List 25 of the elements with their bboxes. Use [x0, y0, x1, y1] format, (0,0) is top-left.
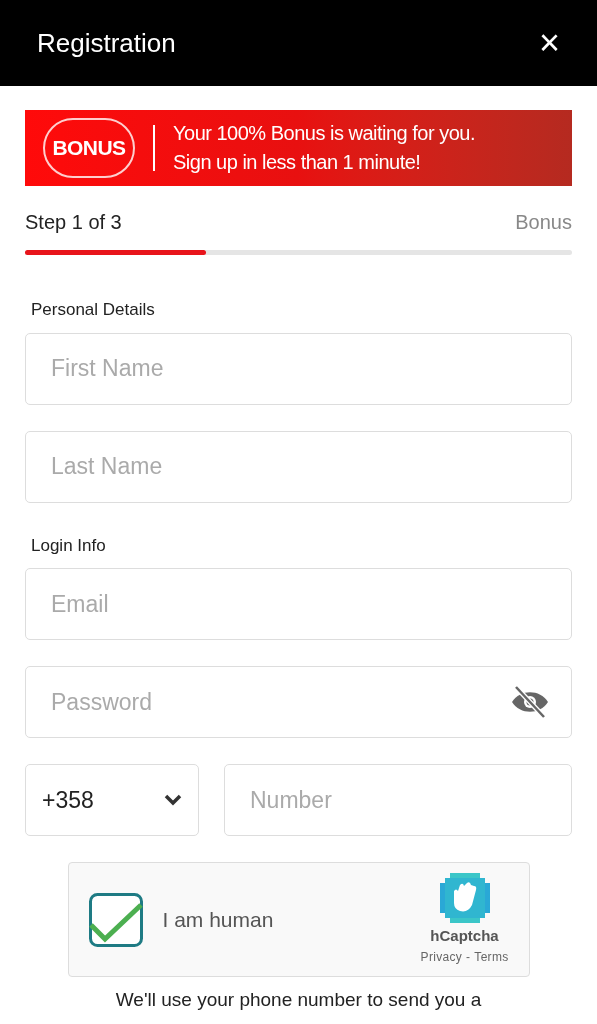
input-field[interactable]: Email [25, 568, 572, 640]
waving-hand-logo-icon [439, 873, 490, 924]
country-code-dropdown[interactable]: +358 [25, 764, 199, 836]
link-separator: - [466, 948, 471, 966]
caret-icon [164, 794, 182, 806]
phone-notice-text: We'll use your phone number to send you a [114, 989, 483, 1011]
next-step-label: Bonus [515, 210, 572, 235]
bonus-logo: BONUS [43, 118, 135, 178]
banner-headline: Your 100% Bonus is waiting for you. [173, 121, 475, 146]
step-label: Step 1 of 3 [25, 210, 122, 235]
captcha-checkbox[interactable] [88, 892, 143, 947]
captcha-brand: hCaptcha [430, 926, 499, 947]
banner-subline: Sign up in less than 1 minute! [173, 150, 422, 175]
input-field[interactable]: Number [224, 764, 572, 836]
close-button[interactable]: × [538, 25, 560, 61]
hide-password-icon[interactable] [510, 685, 550, 719]
terms-link[interactable]: Terms [474, 947, 509, 966]
input-field[interactable]: Last Name [25, 430, 572, 503]
section-title: Personal Details [31, 299, 156, 321]
window-title: Registration [37, 26, 176, 60]
section-title: Login Info [31, 534, 107, 557]
input-field[interactable]: Password [25, 666, 572, 738]
input-field[interactable]: First Name [25, 332, 572, 405]
captcha-label: I am human [162, 906, 275, 933]
privacy-link[interactable]: Privacy [420, 947, 463, 966]
